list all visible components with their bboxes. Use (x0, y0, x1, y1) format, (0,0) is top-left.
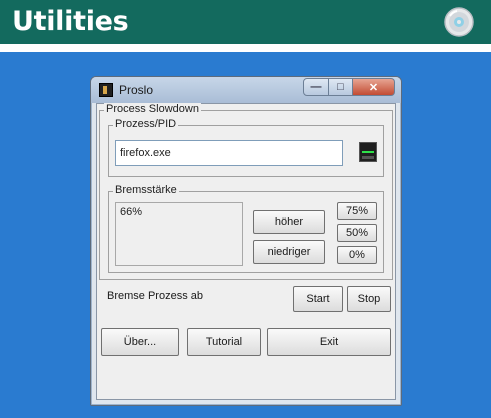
section-header: Utilities (0, 0, 491, 44)
process-input[interactable]: firefox.exe (115, 140, 343, 166)
process-graph-icon[interactable] (359, 142, 377, 162)
group-prozess-pid: Prozess/PID firefox.exe (108, 118, 384, 177)
window-title: Proslo (119, 83, 154, 97)
maximize-icon: □ (337, 81, 344, 93)
group-process-slowdown-label: Process Slowdown (104, 103, 201, 115)
proslo-window: Proslo — □ ✕ Process Slowdown Prozess/PI… (90, 76, 402, 406)
section-title: Utilities (12, 6, 129, 37)
group-process-slowdown: Process Slowdown Prozess/PID firefox.exe… (99, 103, 393, 280)
caption-buttons: — □ ✕ (303, 78, 395, 96)
minimize-button[interactable]: — (303, 78, 329, 96)
tutorial-button[interactable]: Tutorial (187, 328, 261, 356)
group-bremsstaerke-label: Bremsstärke (113, 184, 179, 196)
app-icon (99, 83, 113, 97)
window-client-area: Process Slowdown Prozess/PID firefox.exe… (96, 103, 396, 400)
stop-button[interactable]: Stop (347, 286, 391, 312)
about-button[interactable]: Über... (101, 328, 179, 356)
header-divider (0, 44, 491, 52)
preset-0-button[interactable]: 0% (337, 246, 377, 264)
minimize-icon: — (310, 81, 322, 93)
preset-75-button[interactable]: 75% (337, 202, 377, 220)
close-button[interactable]: ✕ (353, 78, 395, 96)
close-icon: ✕ (368, 81, 379, 94)
window-titlebar[interactable]: Proslo — □ ✕ (91, 77, 401, 103)
cd-icon (444, 7, 474, 37)
maximize-button[interactable]: □ (329, 78, 353, 96)
status-text: Bremse Prozess ab (107, 290, 203, 302)
exit-button[interactable]: Exit (267, 328, 391, 356)
group-prozess-pid-label: Prozess/PID (113, 118, 179, 130)
lower-button[interactable]: niedriger (253, 240, 325, 264)
preset-50-button[interactable]: 50% (337, 224, 377, 242)
higher-button[interactable]: höher (253, 210, 325, 234)
brake-strength-display: 66% (115, 202, 243, 266)
group-bremsstaerke: Bremsstärke 66% höher niedriger 75% 50% … (108, 184, 384, 273)
start-button[interactable]: Start (293, 286, 343, 312)
